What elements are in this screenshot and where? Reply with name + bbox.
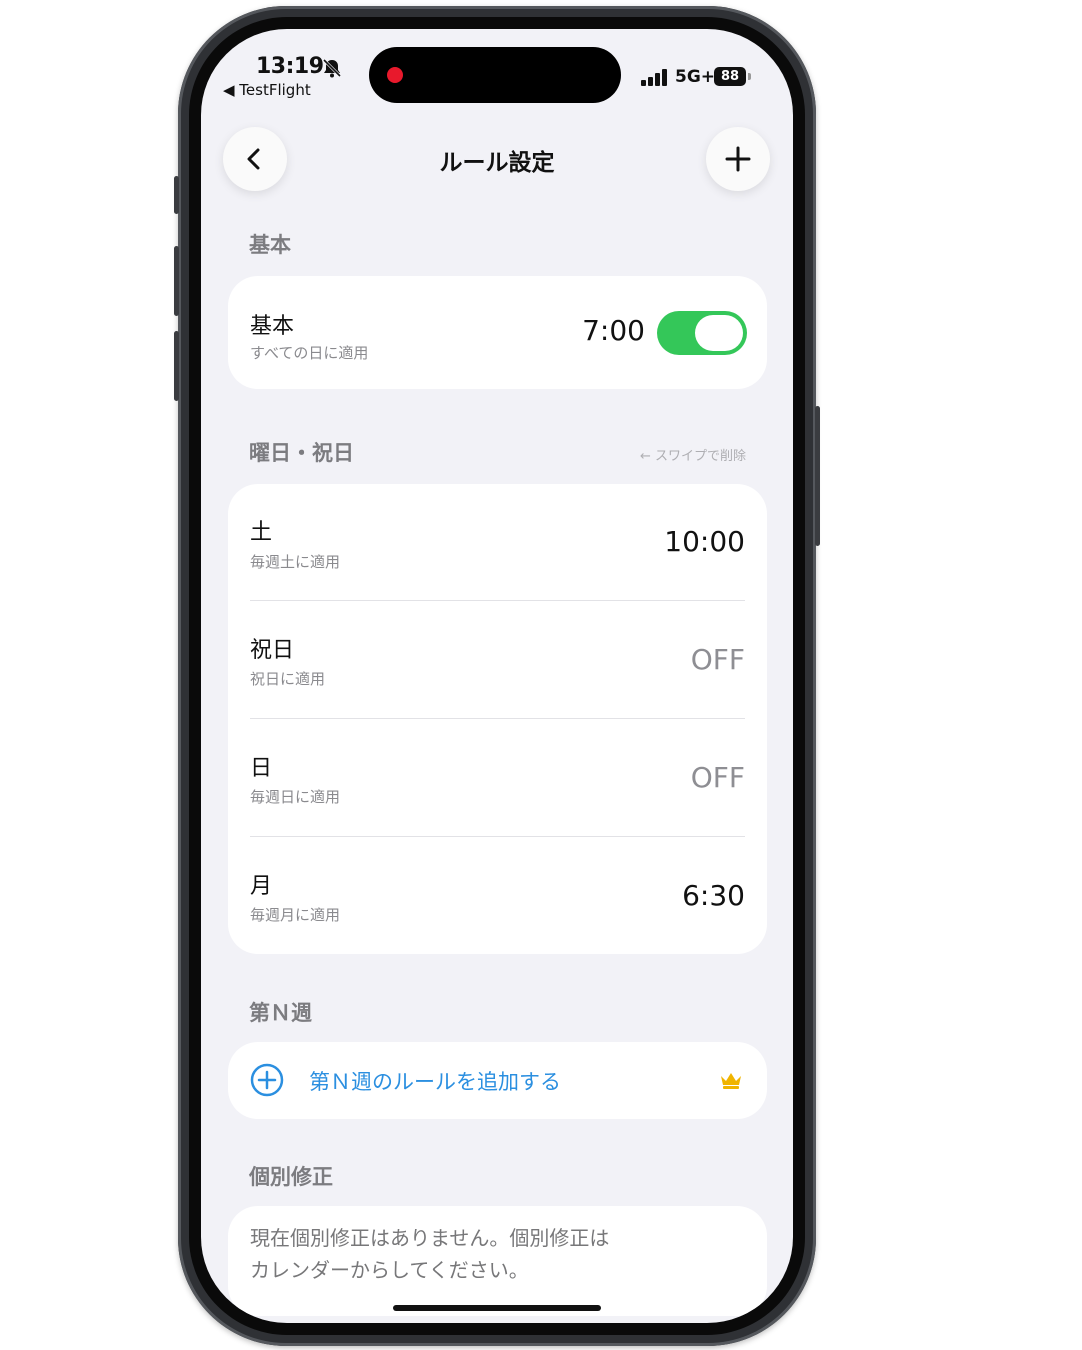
section-title-basic: 基本 [249,233,291,257]
basic-rule-time[interactable]: 7:00 [582,314,645,347]
battery-level: 88 [714,67,746,86]
section-title-weekday: 曜日・祝日 [249,441,354,465]
rule-title: 日 [250,756,273,781]
swipe-delete-hint: ← スワイプで削除 [639,449,746,464]
rule-subtitle: 毎週日に適用 [250,788,341,806]
phone-frame: 13:19 ◀ TestFlight 5G+ 88 ルール設定 基本 基本 すべ… [174,6,820,1346]
rule-title: 土 [250,520,273,545]
volume-up-button [174,246,179,316]
rule-row-holiday[interactable]: 祝日 祝日に適用 OFF [228,602,767,719]
recording-indicator [387,67,403,83]
rule-row-saturday[interactable]: 土 毎週土に適用 10:00 [228,484,767,601]
rule-subtitle: 祝日に適用 [250,670,326,688]
dynamic-island [369,47,621,103]
rule-title: 月 [250,874,273,899]
section-title-nth-week: 第Ｎ週 [249,1001,312,1025]
rule-title: 祝日 [250,638,295,663]
basic-rule-toggle[interactable] [657,311,747,355]
volume-down-button [174,331,179,401]
app-screen: 13:19 ◀ TestFlight 5G+ 88 ルール設定 基本 基本 すべ… [201,29,793,1323]
rule-row-sunday[interactable]: 日 毎週日に適用 OFF [228,720,767,837]
bell-slash-icon [322,58,342,78]
toggle-knob [695,315,743,351]
rule-value: 10:00 [664,525,745,558]
basic-rule-title: 基本 [250,314,295,339]
phone-bezel: 13:19 ◀ TestFlight 5G+ 88 ルール設定 基本 基本 すべ… [189,17,805,1335]
rule-subtitle: 毎週土に適用 [250,553,341,571]
rule-value: 6:30 [682,879,745,912]
note-line-2: カレンダーからしてください。 [250,1258,529,1282]
network-type: 5G+ [675,67,716,87]
individual-note-card: 現在個別修正はありません。個別修正は カレンダーからしてください。 [228,1206,767,1316]
add-nth-week-label: 第Ｎ週のルールを追加する [309,1070,561,1094]
page-title: ルール設定 [439,150,555,176]
power-button [815,406,820,546]
mute-switch [174,176,179,214]
battery-cap [748,73,751,80]
basic-rule-subtitle: すべての日に適用 [250,344,369,362]
rule-subtitle: 毎週月に適用 [250,906,341,924]
add-rule-button[interactable] [706,127,770,191]
plus-icon [725,146,751,172]
add-nth-week-rule-button[interactable]: 第Ｎ週のルールを追加する [228,1042,767,1119]
row-divider [250,836,745,837]
section-title-individual: 個別修正 [249,1165,333,1189]
rule-row-monday[interactable]: 月 毎週月に適用 6:30 [228,838,767,954]
note-line-1: 現在個別修正はありません。個別修正は [250,1226,610,1250]
plus-circle-icon [250,1063,284,1097]
row-divider [250,718,745,719]
crown-icon [721,1073,741,1089]
status-time: 13:19 [256,54,324,79]
individual-note: 現在個別修正はありません。個別修正は カレンダーからしてください。 [250,1222,745,1286]
row-divider [250,600,745,601]
signal-icon [641,69,667,86]
home-indicator[interactable] [393,1305,601,1311]
weekday-rules-card: 土 毎週土に適用 10:00 祝日 祝日に適用 OFF 日 毎週日に適用 OFF [228,484,767,954]
back-to-testflight[interactable]: ◀ TestFlight [223,81,311,99]
rule-value: OFF [690,643,745,676]
rule-value: OFF [690,761,745,794]
basic-rule-card[interactable]: 基本 すべての日に適用 7:00 [228,276,767,389]
